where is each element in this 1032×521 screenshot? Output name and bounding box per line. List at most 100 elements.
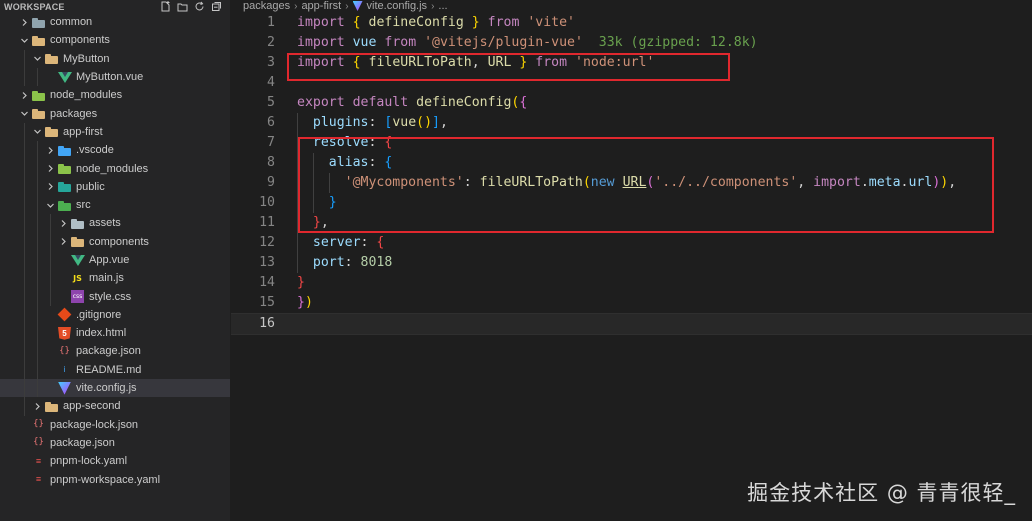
indent-guide xyxy=(24,397,25,416)
tree-item-label: packages xyxy=(50,107,98,120)
tree-item-label: components xyxy=(89,235,149,248)
vue-file-icon xyxy=(58,71,72,83)
code-token: export xyxy=(297,95,345,110)
indent-guide xyxy=(24,232,25,251)
tree-item[interactable]: ≡ pnpm-workspace.yaml xyxy=(0,470,230,488)
tree-item[interactable]: ≡ pnpm-lock.yaml xyxy=(0,452,230,470)
tree-item-label: MyButton xyxy=(63,52,110,65)
code-line[interactable]: 16 xyxy=(231,313,1032,335)
chevron-down-icon[interactable] xyxy=(44,199,56,211)
tree-item[interactable]: public xyxy=(0,177,230,196)
tree-item[interactable]: css style.css xyxy=(0,287,230,306)
breadcrumb-item[interactable]: app-first xyxy=(301,0,341,12)
chevron-right-icon[interactable] xyxy=(44,144,56,156)
new-folder-icon[interactable] xyxy=(177,1,188,12)
code-line[interactable]: 1 import { defineConfig } from 'vite' xyxy=(231,13,1032,33)
code-line[interactable]: 15}) xyxy=(231,293,1032,313)
collapse-all-icon[interactable] xyxy=(211,1,222,12)
new-file-icon[interactable] xyxy=(160,1,171,12)
indent-guide xyxy=(24,67,25,87)
tree-item-label: components xyxy=(50,34,110,47)
folder-packages-icon xyxy=(32,107,45,120)
tree-item[interactable]: app-second xyxy=(0,397,230,416)
breadcrumb-separator-icon: › xyxy=(345,0,349,12)
tree-item[interactable]: JS main.js xyxy=(0,269,230,288)
tree-item[interactable]: MyButton.vue xyxy=(0,67,230,87)
highlight-box-import xyxy=(287,53,730,81)
breadcrumb: packages › app-first › vite.config.js ›... xyxy=(243,0,448,12)
tree-item-label: package-lock.json xyxy=(50,418,139,431)
file-tree: common components MyButton MyButton.vue node… xyxy=(0,13,230,489)
folder-assets-icon xyxy=(71,217,84,230)
code-editor[interactable]: 1 import { defineConfig } from 'vite' 2 imp… xyxy=(231,13,1032,521)
yaml-file-icon: ≡ xyxy=(35,455,42,466)
chevron-down-icon[interactable] xyxy=(18,34,30,46)
breadcrumb-separator-icon: › xyxy=(294,0,298,12)
tree-item[interactable]: node_modules xyxy=(0,159,230,178)
chevron-right-icon[interactable] xyxy=(57,236,69,248)
code-line[interactable]: 5 export default defineConfig({ xyxy=(231,93,1032,113)
tree-item[interactable]: MyButton xyxy=(0,49,230,68)
tree-item[interactable]: components xyxy=(0,31,230,49)
tree-item[interactable]: packages xyxy=(0,104,230,122)
tree-item[interactable]: common xyxy=(0,13,230,31)
chevron-right-icon[interactable] xyxy=(44,181,56,193)
chevron-right-icon[interactable] xyxy=(18,16,30,28)
tree-item[interactable]: {} package-lock.json xyxy=(0,416,230,434)
tree-item[interactable]: .vscode xyxy=(0,141,230,160)
code-token: port xyxy=(312,255,345,270)
code-token: import xyxy=(297,35,345,50)
code-token: from xyxy=(487,15,520,30)
code-line[interactable]: 12 server: { xyxy=(231,233,1032,253)
tree-item[interactable]: {} package.json xyxy=(0,342,230,361)
chevron-down-icon[interactable] xyxy=(31,126,43,138)
tree-item[interactable]: app-first xyxy=(0,122,230,142)
code-line[interactable]: 2 import vue from '@vitejs/plugin-vue' 33… xyxy=(231,33,1032,53)
code-text: } xyxy=(297,273,305,293)
tree-item[interactable]: .gitignore xyxy=(0,305,230,325)
breadcrumb-item[interactable]: vite.config.js xyxy=(367,0,428,12)
tree-item[interactable]: {} package.json xyxy=(0,434,230,452)
tree-item[interactable]: i README.md xyxy=(0,360,230,379)
chevron-down-icon[interactable] xyxy=(18,108,30,120)
indent-guide xyxy=(24,360,25,379)
chevron-right-icon[interactable] xyxy=(57,217,69,229)
tree-item[interactable]: src xyxy=(0,195,230,215)
indent-guide xyxy=(24,195,25,215)
code-token: defineConfig xyxy=(368,15,464,30)
code-line[interactable]: 14} xyxy=(231,273,1032,293)
indent-guide xyxy=(24,122,25,142)
chevron-down-icon[interactable] xyxy=(31,53,43,65)
code-token: default xyxy=(352,95,409,110)
vite-file-icon xyxy=(352,1,363,11)
indent-guide xyxy=(24,177,25,196)
tree-item[interactable]: App.vue xyxy=(0,250,230,270)
breadcrumb-item[interactable]: ... xyxy=(438,0,447,12)
code-token: vue xyxy=(352,35,377,50)
chevron-right-icon[interactable] xyxy=(44,163,56,175)
code-line[interactable]: 6 plugins: [vue()], xyxy=(231,113,1032,133)
indent-guide xyxy=(37,214,38,233)
tree-item[interactable]: 5 index.html xyxy=(0,324,230,343)
tree-item-label: src xyxy=(76,199,91,212)
tree-item[interactable]: node_modules xyxy=(0,86,230,104)
indent-guide xyxy=(297,113,298,133)
code-line[interactable]: 13 port: 8018 xyxy=(231,253,1032,273)
indent-guide xyxy=(37,250,38,270)
indent-guide xyxy=(37,305,38,325)
refresh-icon[interactable] xyxy=(194,1,205,12)
code-token: ] xyxy=(432,115,440,130)
code-token: 'vite' xyxy=(527,15,575,30)
chevron-right-icon[interactable] xyxy=(31,400,43,412)
breadcrumb-item[interactable]: packages xyxy=(243,0,290,12)
tree-item[interactable]: components xyxy=(0,232,230,251)
tree-item-label: .gitignore xyxy=(76,308,122,321)
chevron-right-icon[interactable] xyxy=(18,89,30,101)
tree-item[interactable]: assets xyxy=(0,214,230,233)
html-file-icon: 5 xyxy=(58,326,71,340)
line-number: 4 xyxy=(267,75,275,90)
tree-item[interactable]: vite.config.js xyxy=(0,378,230,398)
